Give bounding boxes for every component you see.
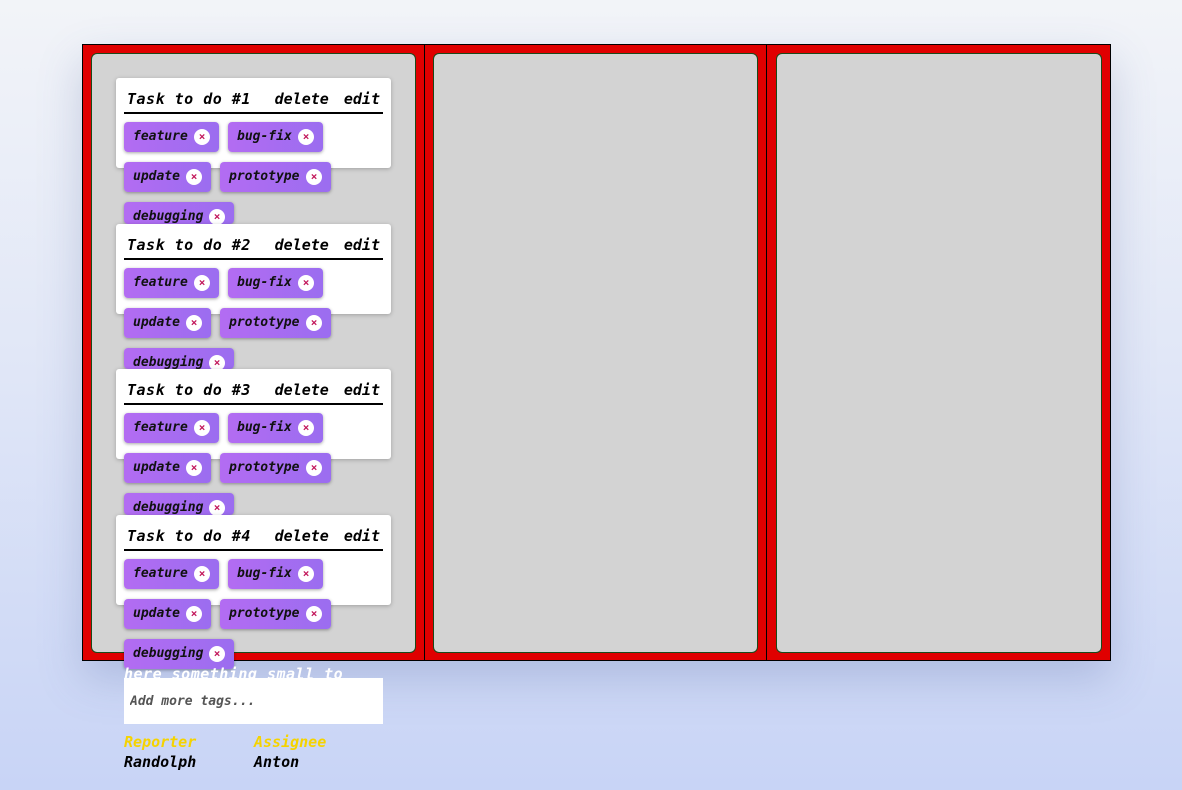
remove-tag-icon[interactable]: × [209,209,225,224]
remove-tag-icon[interactable]: × [194,275,210,291]
remove-tag-icon[interactable]: × [298,420,314,436]
remove-tag-icon[interactable]: × [194,566,210,582]
delete-button[interactable]: delete [275,90,329,108]
remove-tag-icon[interactable]: × [209,355,225,369]
edit-button[interactable]: edit [344,90,380,108]
card-header: Task to do #2 delete edit [124,234,383,260]
edit-button[interactable]: edit [344,236,380,254]
tag-debugging: debugging × [124,493,234,515]
tag-feature: feature × [124,559,219,589]
card-title: Task to do #3 [127,381,251,399]
tag-update: update × [124,453,211,483]
remove-tag-icon[interactable]: × [194,420,210,436]
tag-prototype: prototype × [220,453,331,483]
remove-tag-icon[interactable]: × [298,129,314,145]
column-3 [768,45,1110,660]
tag-bug-fix: bug-fix × [228,122,323,152]
task-description: here something small to write [124,665,344,678]
remove-tag-icon[interactable]: × [298,566,314,582]
remove-tag-icon[interactable]: × [194,129,210,145]
remove-tag-icon[interactable]: × [306,169,322,185]
column-3-dropzone[interactable] [776,53,1102,653]
column-2 [425,45,767,660]
tag-prototype: prototype × [220,308,331,338]
delete-button[interactable]: delete [275,381,329,399]
tag-bug-fix: bug-fix × [228,268,323,298]
card-header: Task to do #3 delete edit [124,379,383,405]
remove-tag-icon[interactable]: × [186,606,202,622]
tag-prototype: prototype × [220,162,331,192]
assignee-label: Assignee [254,733,327,751]
remove-tag-icon[interactable]: × [209,646,225,662]
card-header: Task to do #4 delete edit [124,525,383,551]
edit-button[interactable]: edit [344,527,380,545]
remove-tag-icon[interactable]: × [186,169,202,185]
reporter-name: Randolph [124,753,197,771]
tag-prototype: prototype × [220,599,331,629]
assignee-name: Anton [254,753,300,771]
edit-button[interactable]: edit [344,381,380,399]
tag-feature: feature × [124,413,219,443]
assignee-block: Assignee Anton [254,733,326,771]
tag-feature: feature × [124,268,219,298]
remove-tag-icon[interactable]: × [209,500,225,515]
reporter-label: Reporter [124,733,197,751]
tag-debugging: debugging × [124,202,234,224]
card-title: Task to do #1 [127,90,251,108]
card-title: Task to do #2 [127,236,251,254]
card-title: Task to do #4 [127,527,251,545]
tag-debugging: debugging × [124,348,234,369]
reporter-block: Reporter Randolph [124,733,196,771]
tag-update: update × [124,308,211,338]
tag-bug-fix: bug-fix × [228,413,323,443]
remove-tag-icon[interactable]: × [306,315,322,331]
remove-tag-icon[interactable]: × [186,315,202,331]
remove-tag-icon[interactable]: × [186,460,202,476]
delete-button[interactable]: delete [275,527,329,545]
remove-tag-icon[interactable]: × [306,606,322,622]
tag-bug-fix: bug-fix × [228,559,323,589]
delete-button[interactable]: delete [275,236,329,254]
column-2-dropzone[interactable] [433,53,758,653]
tag-update: update × [124,162,211,192]
remove-tag-icon[interactable]: × [298,275,314,291]
tag-feature: feature × [124,122,219,152]
remove-tag-icon[interactable]: × [306,460,322,476]
add-tags-input[interactable] [124,678,383,724]
tag-update: update × [124,599,211,629]
card-header: Task to do #1 delete edit [124,88,383,114]
